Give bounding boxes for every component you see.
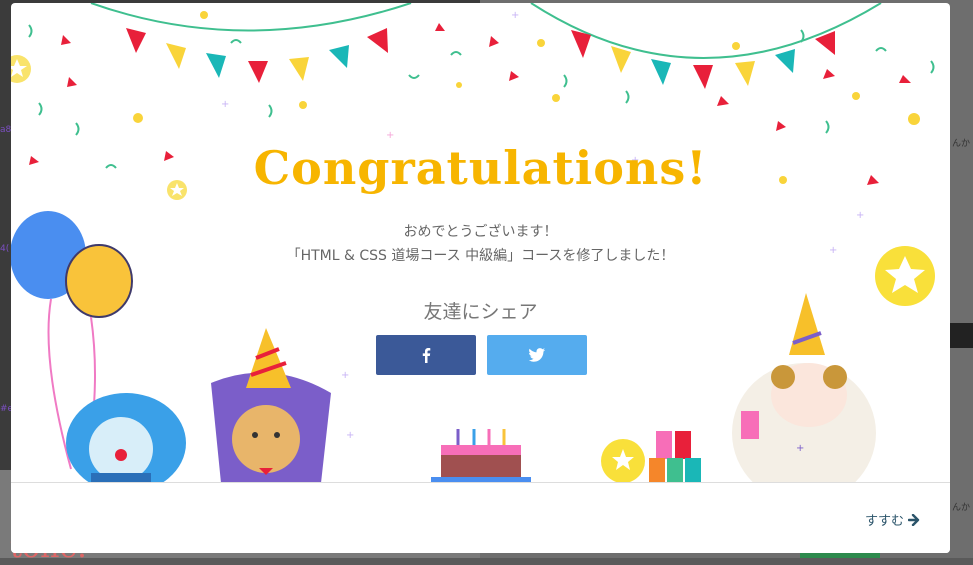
svg-text:+: +: [341, 370, 349, 381]
next-link[interactable]: すすむ: [865, 510, 920, 529]
course-complete-message: 「HTML & CSS 道場コース 中級編」コースを修了しました！: [286, 248, 675, 264]
congratulations-message: おめでとうございます！: [403, 224, 558, 240]
modal-footer: すすむ: [11, 482, 950, 553]
background-side-text: 4(: [0, 244, 10, 254]
svg-text:+: +: [796, 443, 804, 454]
svg-text:+: +: [856, 210, 864, 221]
congratulations-modal: + + + + + + + + + Congratulations! おめでとう…: [11, 3, 950, 553]
svg-text:+: +: [346, 430, 354, 441]
background-side-text: a8: [0, 125, 12, 135]
svg-text:+: +: [221, 99, 229, 110]
svg-text:+: +: [386, 130, 394, 141]
share-heading: 友達にシェア: [423, 301, 538, 323]
facebook-share-button[interactable]: [376, 335, 476, 375]
background-edge: [950, 0, 973, 558]
facebook-icon: [422, 348, 431, 363]
celebration-illustration: + + + + + + + + +: [11, 3, 935, 482]
modal-body: + + + + + + + + + Congratulations! おめでとう…: [11, 3, 950, 482]
arrow-right-icon: [908, 513, 920, 526]
twitter-icon: [529, 348, 545, 362]
twitter-share-button[interactable]: [487, 335, 587, 375]
congratulations-title: Congratulations!: [253, 141, 708, 195]
next-label: すすむ: [864, 514, 904, 529]
svg-text:+: +: [511, 10, 519, 21]
